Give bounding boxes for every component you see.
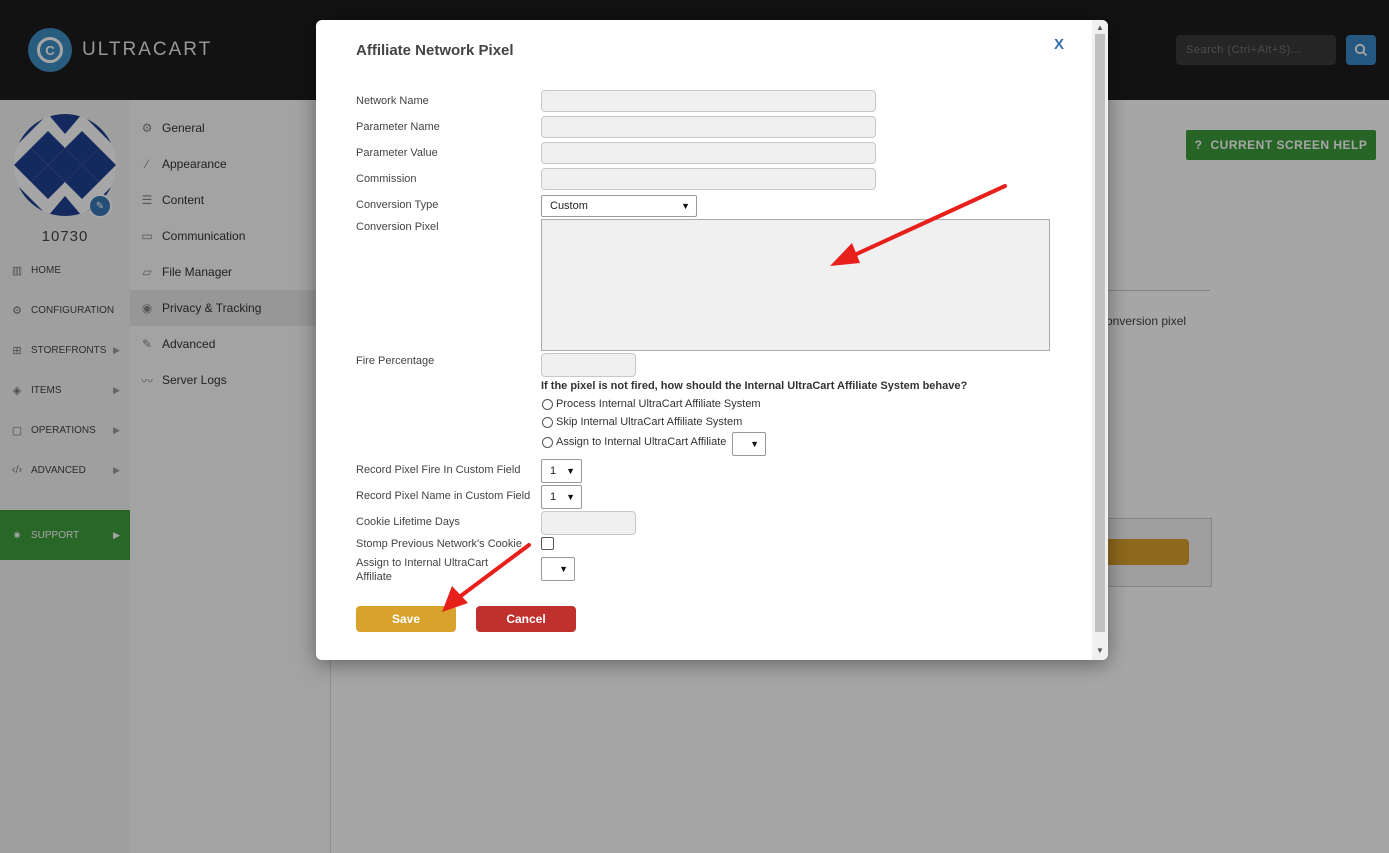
radio-assign-affiliate[interactable]: Assign to Internal UltraCart Affiliate [542, 436, 726, 448]
chevron-down-icon: ▼ [566, 466, 575, 476]
dialog-scrollbar[interactable]: ▲ ▼ [1092, 20, 1108, 660]
cookie-days-input[interactable] [541, 511, 636, 535]
assign-affiliate-radio-select[interactable]: ▼ [732, 432, 766, 456]
network-name-label: Network Name [356, 95, 429, 107]
parameter-value-label: Parameter Value [356, 147, 438, 159]
commission-input[interactable] [541, 168, 876, 190]
radio-button[interactable] [542, 436, 553, 448]
radio-button[interactable] [542, 416, 553, 428]
affiliate-network-pixel-dialog: Affiliate Network Pixel X Network Name P… [316, 20, 1108, 660]
parameter-name-input[interactable] [541, 116, 876, 138]
fire-percentage-label: Fire Percentage [356, 355, 435, 367]
scroll-thumb[interactable] [1095, 34, 1105, 632]
close-button[interactable]: X [1054, 36, 1064, 53]
radio-skip-internal[interactable]: Skip Internal UltraCart Affiliate System [542, 416, 742, 428]
dialog-title: Affiliate Network Pixel [356, 42, 514, 59]
conversion-type-label: Conversion Type [356, 199, 439, 211]
chevron-down-icon: ▼ [750, 439, 759, 449]
assign-affiliate-select[interactable]: ▼ [541, 557, 575, 581]
cancel-button[interactable]: Cancel [476, 606, 576, 632]
parameter-name-label: Parameter Name [356, 121, 440, 133]
commission-label: Commission [356, 173, 417, 185]
radio-process-internal[interactable]: Process Internal UltraCart Affiliate Sys… [542, 398, 761, 410]
network-name-input[interactable] [541, 90, 876, 112]
record-name-select[interactable]: 1 ▼ [541, 485, 582, 509]
record-name-label: Record Pixel Name in Custom Field [356, 490, 531, 502]
fire-percentage-input[interactable] [541, 353, 636, 377]
chevron-down-icon: ▼ [566, 492, 575, 502]
record-fire-label: Record Pixel Fire In Custom Field [356, 464, 521, 476]
conversion-pixel-label: Conversion Pixel [356, 221, 439, 233]
save-button[interactable]: Save [356, 606, 456, 632]
record-fire-select[interactable]: 1 ▼ [541, 459, 582, 483]
conversion-pixel-textarea[interactable] [541, 219, 1050, 351]
stomp-cookie-label: Stomp Previous Network's Cookie [356, 538, 522, 550]
not-fired-question: If the pixel is not fired, how should th… [541, 380, 968, 392]
radio-button[interactable] [542, 398, 553, 410]
assign-affiliate-label: Assign to Internal UltraCart Affiliate [356, 557, 489, 583]
cookie-days-label: Cookie Lifetime Days [356, 516, 460, 528]
scroll-up-icon[interactable]: ▲ [1096, 23, 1104, 32]
scroll-down-icon[interactable]: ▼ [1096, 646, 1104, 655]
chevron-down-icon: ▼ [681, 201, 690, 211]
chevron-down-icon: ▼ [559, 564, 568, 574]
stomp-cookie-checkbox[interactable] [541, 537, 554, 550]
conversion-type-select[interactable]: Custom ▼ [541, 195, 697, 217]
parameter-value-input[interactable] [541, 142, 876, 164]
